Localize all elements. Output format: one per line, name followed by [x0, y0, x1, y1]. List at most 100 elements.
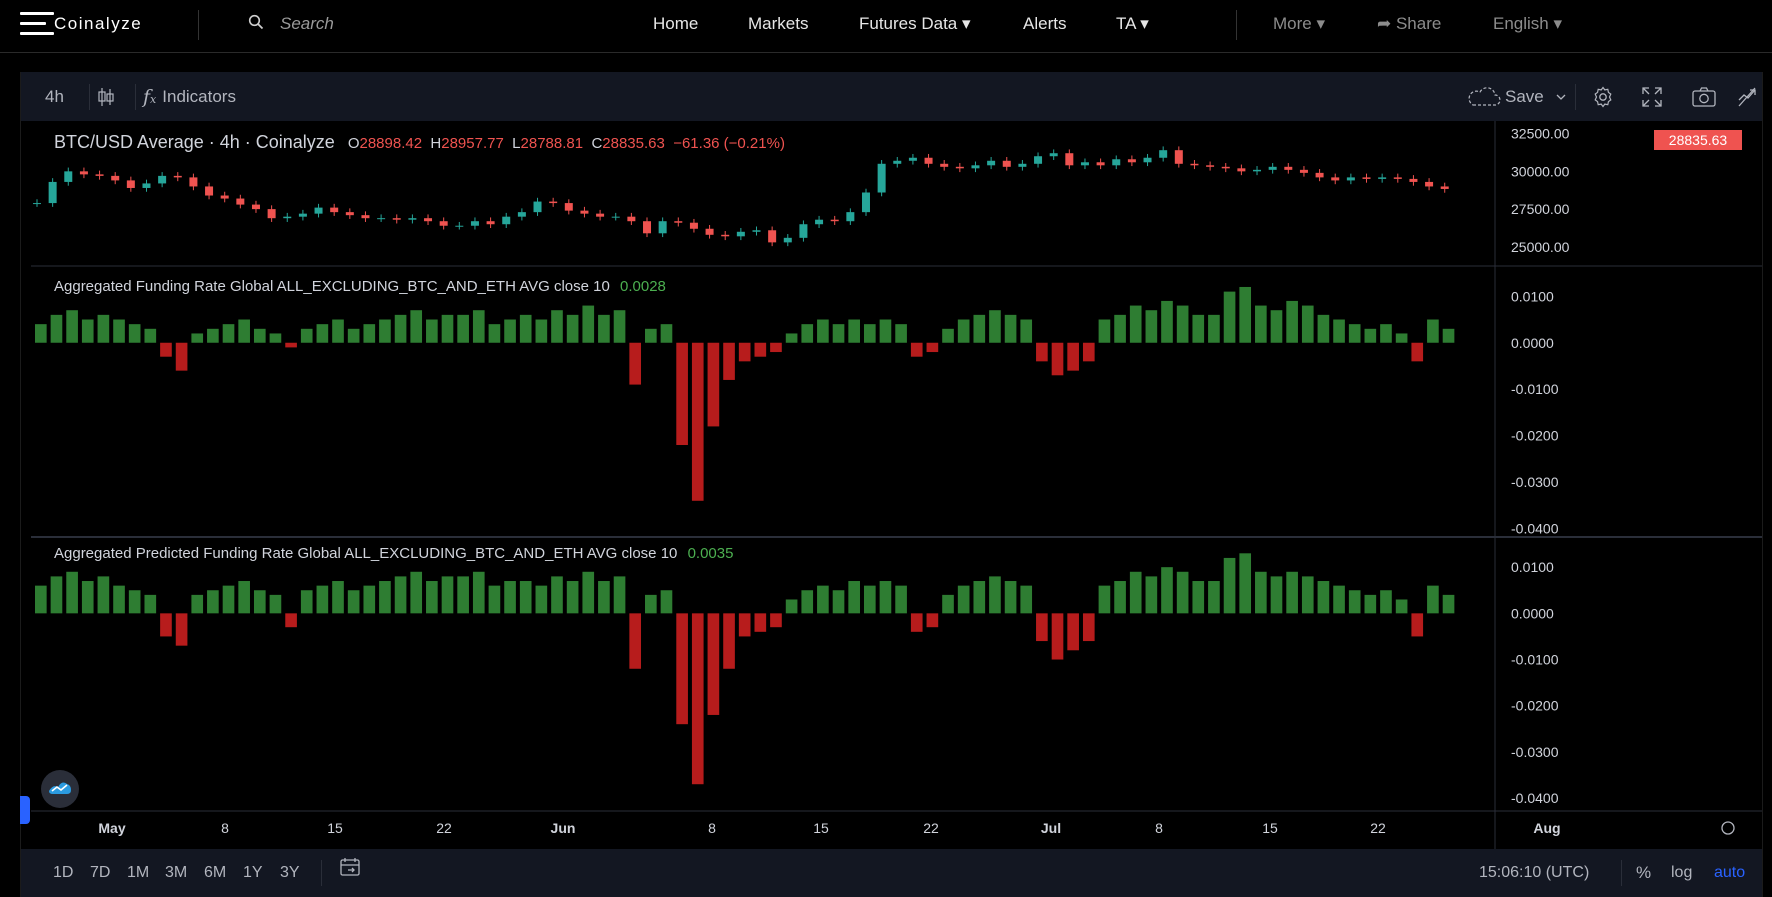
- log-scale-toggle[interactable]: log: [1671, 849, 1692, 897]
- range-6m[interactable]: 6M: [204, 849, 226, 897]
- funding-title: Aggregated Funding Rate Global ALL_EXCLU…: [54, 278, 610, 295]
- candle-body: [736, 231, 745, 237]
- funding-bar: [1067, 342, 1079, 371]
- candle-body: [330, 207, 339, 213]
- chart-svg[interactable]: 32500.00 30000.00 27500.00 25000.00 0.0100 0.…: [31, 121, 1762, 849]
- funding-bar: [1223, 291, 1236, 343]
- save-button[interactable]: Save: [1467, 72, 1566, 121]
- funding-bar: [1286, 300, 1298, 343]
- candle-body: [1425, 181, 1434, 187]
- hamburger-menu-icon[interactable]: [20, 10, 56, 38]
- bottom-toolbar: 1D 7D 1M 3M 6M 1Y 3Y 15:06:10 (UTC) % lo…: [21, 849, 1762, 897]
- nav-alerts[interactable]: Alerts: [1023, 14, 1066, 34]
- screenshot-button[interactable]: [1691, 72, 1717, 121]
- percent-scale-toggle[interactable]: %: [1636, 849, 1651, 897]
- indicators-button[interactable]: fx Indicators: [143, 72, 236, 121]
- range-7d[interactable]: 7D: [90, 849, 110, 897]
- axis-settings-icon[interactable]: [1721, 821, 1735, 835]
- funding-bar: [598, 314, 610, 343]
- time-axis-label: May: [98, 820, 125, 836]
- range-1y[interactable]: 1Y: [243, 849, 263, 897]
- candle-body: [1331, 177, 1340, 181]
- funding-bar: [50, 314, 63, 343]
- funding-bar: [1020, 319, 1033, 343]
- predicted-funding-bar: [1301, 576, 1314, 614]
- nav-futures-data[interactable]: Futures Data ▾: [859, 14, 971, 34]
- search-box[interactable]: [248, 12, 548, 36]
- interval-label: 4h: [45, 86, 64, 106]
- predicted-funding-bar: [754, 613, 767, 632]
- funding-bar: [81, 319, 94, 343]
- candle-body: [377, 218, 386, 220]
- range-1d[interactable]: 1D: [53, 849, 73, 897]
- candle-body: [48, 181, 57, 204]
- nav-markets[interactable]: Markets: [748, 14, 808, 34]
- candle-body: [126, 180, 135, 188]
- funding-axis-label: 0.0100: [1511, 288, 1554, 304]
- chart-type-button[interactable]: [95, 72, 117, 121]
- funding-bar: [629, 342, 642, 385]
- time-axis-label: 8: [708, 820, 716, 836]
- range-1m[interactable]: 1M: [127, 849, 149, 897]
- candle-body: [502, 216, 511, 225]
- funding-bar: [957, 319, 970, 343]
- candle-body: [517, 212, 526, 217]
- candle-body: [79, 171, 88, 175]
- range-3m[interactable]: 3M: [165, 849, 187, 897]
- nav-home[interactable]: Home: [653, 14, 698, 34]
- coinalyze-badge[interactable]: [41, 770, 79, 808]
- toolbar-separator: [321, 860, 322, 886]
- predicted-axis-label: -0.0400: [1511, 790, 1559, 806]
- brand-logo[interactable]: Coinalyze: [20, 10, 142, 38]
- predicted-funding-bar: [97, 576, 110, 614]
- funding-bar: [1114, 314, 1126, 343]
- search-input[interactable]: [278, 13, 522, 35]
- price-axis-label: 25000.00: [1511, 239, 1570, 255]
- predicted-funding-bar: [1145, 576, 1158, 614]
- predicted-funding-bar: [1051, 613, 1064, 660]
- nav-share[interactable]: ➦ Share: [1377, 14, 1441, 34]
- predicted-funding-bar: [895, 585, 907, 614]
- time-axis-label: 8: [1155, 820, 1163, 836]
- predicted-funding-bar: [942, 594, 954, 614]
- funding-bar: [457, 314, 469, 343]
- funding-bar: [895, 324, 907, 343]
- funding-bar: [1051, 342, 1064, 376]
- time-axis-label: 22: [923, 820, 939, 836]
- goto-date-button[interactable]: [339, 849, 361, 897]
- predicted-funding-bar: [598, 581, 610, 614]
- candle-body: [158, 175, 167, 184]
- compare-button[interactable]: [1737, 72, 1757, 121]
- predicted-funding-bar: [613, 576, 626, 614]
- candle-body: [455, 225, 464, 227]
- time-axis-label: 15: [813, 820, 829, 836]
- predicted-funding-bar: [551, 576, 563, 614]
- candle-body: [486, 221, 495, 225]
- range-3y[interactable]: 3Y: [280, 849, 300, 897]
- candle-body: [830, 219, 839, 222]
- candle-body: [596, 213, 605, 217]
- nav-language[interactable]: English ▾: [1493, 14, 1562, 34]
- interval-button[interactable]: 4h: [45, 72, 64, 121]
- predicted-funding-bar: [1098, 585, 1111, 614]
- candle-body: [1253, 169, 1262, 172]
- nav-ta[interactable]: TA ▾: [1116, 14, 1149, 34]
- funding-bar: [253, 328, 266, 343]
- predicted-funding-bar: [910, 613, 923, 632]
- fullscreen-button[interactable]: [1641, 72, 1663, 121]
- nav-more[interactable]: More ▾: [1273, 14, 1325, 34]
- candle-body: [987, 160, 996, 166]
- predicted-funding-bar: [676, 613, 688, 725]
- settings-button[interactable]: [1591, 72, 1615, 121]
- chevron-down-icon[interactable]: [1556, 93, 1566, 101]
- funding-bar: [863, 324, 876, 343]
- utc-clock[interactable]: 15:06:10 (UTC): [1479, 849, 1589, 897]
- auto-scale-toggle[interactable]: auto: [1714, 849, 1745, 897]
- candle-body: [1284, 166, 1293, 170]
- chart-canvas[interactable]: 32500.00 30000.00 27500.00 25000.00 0.0100 0.…: [31, 121, 1762, 849]
- sidebar-toggle-handle[interactable]: [20, 796, 30, 824]
- predicted-funding-bar: [269, 594, 282, 614]
- predicted-funding-bar: [1411, 613, 1424, 637]
- price-axis-label: 32500.00: [1511, 126, 1570, 142]
- candle-body: [1299, 169, 1308, 173]
